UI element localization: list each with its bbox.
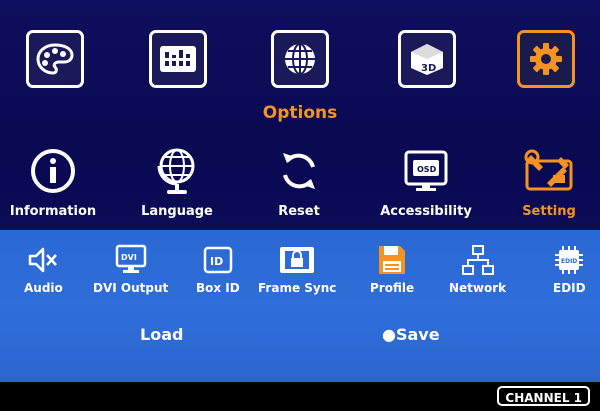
options-menu-button[interactable] (517, 30, 575, 88)
color-menu-button[interactable] (26, 30, 84, 88)
accessibility-item[interactable]: OSD Accessibility (371, 145, 481, 219)
accessibility-label: Accessibility (380, 204, 472, 219)
globe-icon (285, 43, 315, 75)
edid-chip-icon: EDID (555, 246, 584, 274)
globe-stand-icon (157, 148, 195, 194)
gear-icon (530, 43, 562, 75)
information-item[interactable]: Information (0, 145, 108, 219)
load-button[interactable]: Load (140, 325, 183, 344)
audio-item[interactable]: Audio (24, 242, 63, 295)
edid-item[interactable]: EDID EDID (553, 242, 586, 295)
speaker-mute-icon (29, 247, 58, 273)
3d-menu-button[interactable]: 3D (398, 30, 456, 88)
svg-text:3D: 3D (421, 63, 436, 74)
info-icon (31, 149, 75, 193)
main-menu-icons: 3D (0, 30, 600, 92)
language-label: Language (141, 204, 213, 219)
refresh-icon (283, 153, 315, 189)
network-menu-button[interactable] (271, 30, 329, 88)
save-button[interactable]: ●Save (382, 325, 440, 344)
options-row: Information Language Reset OSD Accessibi… (0, 145, 600, 225)
language-item[interactable]: Language (122, 145, 232, 219)
dvi-icon: DVI (115, 244, 146, 273)
box-id-item[interactable]: ID Box ID (196, 242, 240, 295)
image-menu-button[interactable] (149, 30, 207, 88)
profile-label: Profile (370, 281, 415, 295)
setting-label: Setting (522, 204, 576, 219)
section-title: Options (262, 103, 338, 123)
channel-badge: CHANNEL 1 (497, 386, 590, 406)
edid-label: EDID (553, 281, 586, 295)
equalizer-icon (160, 46, 196, 72)
osd-menu-screen: 3D Options Information Language Reset OS… (0, 0, 600, 411)
tools-icon (524, 149, 573, 191)
audio-label: Audio (24, 281, 63, 295)
3d-cube-icon: 3D (411, 44, 443, 75)
status-bar: CHANNEL 1 (0, 382, 600, 411)
information-label: Information (9, 204, 97, 219)
svg-text:OSD: OSD (417, 165, 437, 174)
palette-icon (36, 43, 74, 75)
svg-text:EDID: EDID (561, 258, 577, 265)
network-icon (461, 245, 494, 275)
svg-text:DVI: DVI (121, 253, 137, 262)
frame-sync-label: Frame Sync (258, 281, 337, 295)
osd-icon: OSD (404, 150, 448, 191)
box-id-label: Box ID (196, 281, 240, 295)
network-label: Network (449, 281, 507, 295)
save-disk-icon (379, 246, 406, 274)
network-item[interactable]: Network (449, 242, 506, 295)
frame-sync-item[interactable]: Frame Sync (258, 242, 336, 295)
setting-item[interactable]: Setting (494, 145, 600, 219)
dvi-output-item[interactable]: DVI DVI Output (93, 242, 168, 295)
profile-item[interactable]: Profile (370, 242, 414, 295)
settings-panel: Audio DVI DVI Output ID Box ID Frame Syn… (0, 230, 600, 382)
id-icon: ID (203, 246, 233, 274)
main-menu-panel: 3D Options Information Language Reset OS… (0, 0, 600, 230)
svg-text:ID: ID (210, 255, 223, 268)
dvi-output-label: DVI Output (93, 281, 169, 295)
reset-item[interactable]: Reset (244, 145, 354, 219)
reset-label: Reset (278, 204, 320, 219)
lock-icon (280, 247, 315, 273)
